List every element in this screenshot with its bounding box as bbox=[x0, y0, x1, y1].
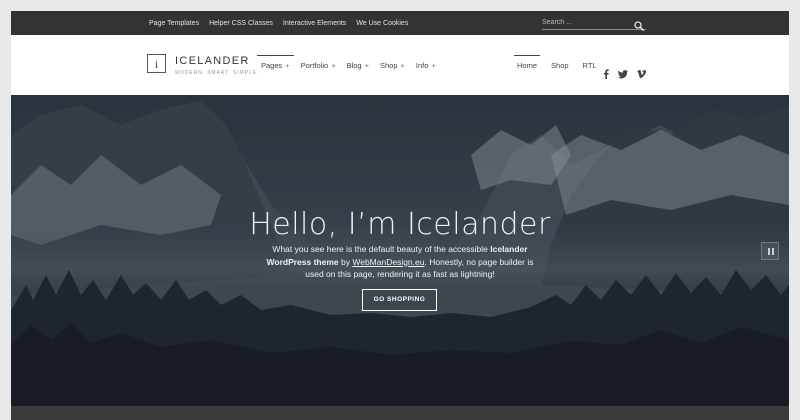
search-form bbox=[542, 17, 646, 31]
site-tagline: MODERN. SMART. SIMPLE. bbox=[175, 70, 260, 76]
logo-letter: i bbox=[154, 57, 159, 71]
top-link-cookies[interactable]: We Use Cookies bbox=[356, 20, 408, 27]
pause-icon[interactable] bbox=[761, 242, 779, 260]
nav-label: Pages bbox=[261, 61, 283, 70]
search-icon[interactable] bbox=[634, 18, 644, 31]
plus-icon: + bbox=[431, 61, 436, 70]
facebook-icon[interactable] bbox=[603, 69, 609, 79]
top-bar: Page Templates Helper CSS Classes Intera… bbox=[11, 11, 789, 35]
webmandesign-link[interactable]: WebManDesign.eu bbox=[352, 257, 424, 267]
pause-bar-left bbox=[768, 248, 770, 255]
nav-item-info[interactable]: Info + bbox=[412, 55, 440, 77]
nav-label: Shop bbox=[379, 61, 398, 70]
social-links bbox=[603, 69, 646, 79]
secondary-nav: Home Shop RTL bbox=[514, 55, 608, 77]
top-nav: Page Templates Helper CSS Classes Intera… bbox=[149, 11, 418, 35]
hero-title-text: Hello, I’m Icelander bbox=[249, 207, 551, 243]
site-header: i ICELANDER MODERN. SMART. SIMPLE. Pages… bbox=[11, 35, 789, 95]
search-input[interactable] bbox=[542, 17, 628, 28]
top-link-page-templates[interactable]: Page Templates bbox=[149, 20, 199, 27]
nav-label: Blog bbox=[346, 61, 362, 70]
plus-icon: + bbox=[285, 61, 290, 70]
secondary-nav-home[interactable]: Home bbox=[514, 55, 541, 77]
site-title: ICELANDER bbox=[175, 55, 250, 67]
secondary-nav-rtl[interactable]: RTL bbox=[580, 55, 600, 77]
hero-text-part-1: What you see here is the default beauty … bbox=[272, 244, 491, 254]
nav-label: Info bbox=[415, 61, 429, 70]
main-nav: Pages + Portfolio + Blog + Shop + Info + bbox=[257, 55, 443, 77]
plus-icon: + bbox=[400, 61, 405, 70]
top-link-interactive-elements[interactable]: Interactive Elements bbox=[283, 20, 346, 27]
plus-icon: + bbox=[331, 61, 336, 70]
twitter-icon[interactable] bbox=[618, 69, 628, 79]
hero-text-part-2: by bbox=[338, 256, 353, 267]
go-shopping-button[interactable]: GO SHOPPING bbox=[362, 289, 437, 311]
plus-icon: + bbox=[364, 61, 369, 70]
nav-item-shop[interactable]: Shop + bbox=[376, 55, 409, 77]
nav-item-pages[interactable]: Pages + bbox=[257, 55, 294, 77]
hero-section: Hello, I’m Icelander What you see here i… bbox=[11, 95, 789, 406]
secondary-nav-shop[interactable]: Shop bbox=[548, 55, 572, 77]
next-section-strip bbox=[11, 406, 789, 420]
top-link-helper-css[interactable]: Helper CSS Classes bbox=[209, 20, 273, 27]
brand[interactable]: ICELANDER MODERN. SMART. SIMPLE. bbox=[175, 55, 259, 76]
pause-bar-right bbox=[772, 248, 774, 255]
page-frame: Page Templates Helper CSS Classes Intera… bbox=[11, 11, 789, 420]
nav-item-portfolio[interactable]: Portfolio + bbox=[297, 55, 340, 77]
hero-description: What you see here is the default beauty … bbox=[261, 243, 539, 281]
nav-label: Portfolio bbox=[300, 61, 329, 70]
vimeo-icon[interactable] bbox=[637, 70, 646, 78]
logo-mark[interactable]: i bbox=[147, 54, 166, 73]
hero-title: Hello, I’m Icelander bbox=[11, 207, 789, 242]
nav-item-blog[interactable]: Blog + bbox=[343, 55, 373, 77]
